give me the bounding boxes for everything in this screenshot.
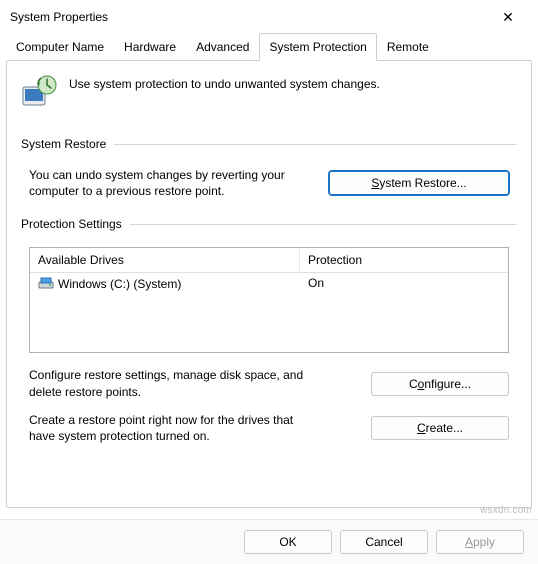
system-restore-desc: You can undo system changes by reverting… [29,167,309,199]
configure-button[interactable]: Configure... [371,372,509,396]
tab-system-protection[interactable]: System Protection [259,33,376,61]
group-system-restore: System Restore You can undo system chang… [21,137,517,199]
group-protection-settings: Protection Settings Available Drives Pro… [21,217,517,444]
tab-computer-name[interactable]: Computer Name [6,33,114,61]
drive-cell: Windows (C:) (System) [30,273,300,294]
tab-hardware[interactable]: Hardware [114,33,186,61]
cancel-button[interactable]: Cancel [340,530,428,554]
create-row: Create a restore point right now for the… [29,412,509,444]
create-desc: Create a restore point right now for the… [29,412,309,444]
group-label: Protection Settings [21,217,122,231]
dialog-buttons: OK Cancel Apply [0,519,538,564]
group-label: System Restore [21,137,106,151]
tab-remote[interactable]: Remote [377,33,439,61]
drives-header: Available Drives Protection [30,248,508,273]
create-button[interactable]: Create... [371,416,509,440]
divider [130,224,517,225]
apply-button[interactable]: Apply [436,530,524,554]
configure-desc: Configure restore settings, manage disk … [29,367,309,399]
titlebar: System Properties ✕ [0,0,538,32]
system-restore-button[interactable]: System Restore... [329,171,509,195]
group-header: Protection Settings [21,217,517,231]
window-title: System Properties [10,10,108,24]
drive-name: Windows (C:) (System) [58,277,181,291]
watermark: wsxdn.com [480,505,532,516]
system-restore-row: You can undo system changes by reverting… [29,167,509,199]
drive-icon [38,276,54,290]
drives-list[interactable]: Available Drives Protection Windows (C:)… [29,247,509,353]
close-icon[interactable]: ✕ [488,9,528,26]
intro-row: Use system protection to undo unwanted s… [21,75,517,111]
group-header: System Restore [21,137,517,151]
ok-button[interactable]: OK [244,530,332,554]
table-row[interactable]: Windows (C:) (System) On [30,273,508,294]
tab-strip: Computer Name Hardware Advanced System P… [0,32,538,60]
intro-text: Use system protection to undo unwanted s… [69,75,380,91]
tab-advanced[interactable]: Advanced [186,33,259,61]
divider [114,144,517,145]
tab-panel: Use system protection to undo unwanted s… [6,60,532,508]
system-protection-icon [21,75,57,111]
col-protection[interactable]: Protection [300,248,508,272]
configure-row: Configure restore settings, manage disk … [29,367,509,399]
col-available-drives[interactable]: Available Drives [30,248,300,272]
protection-cell: On [300,273,508,294]
